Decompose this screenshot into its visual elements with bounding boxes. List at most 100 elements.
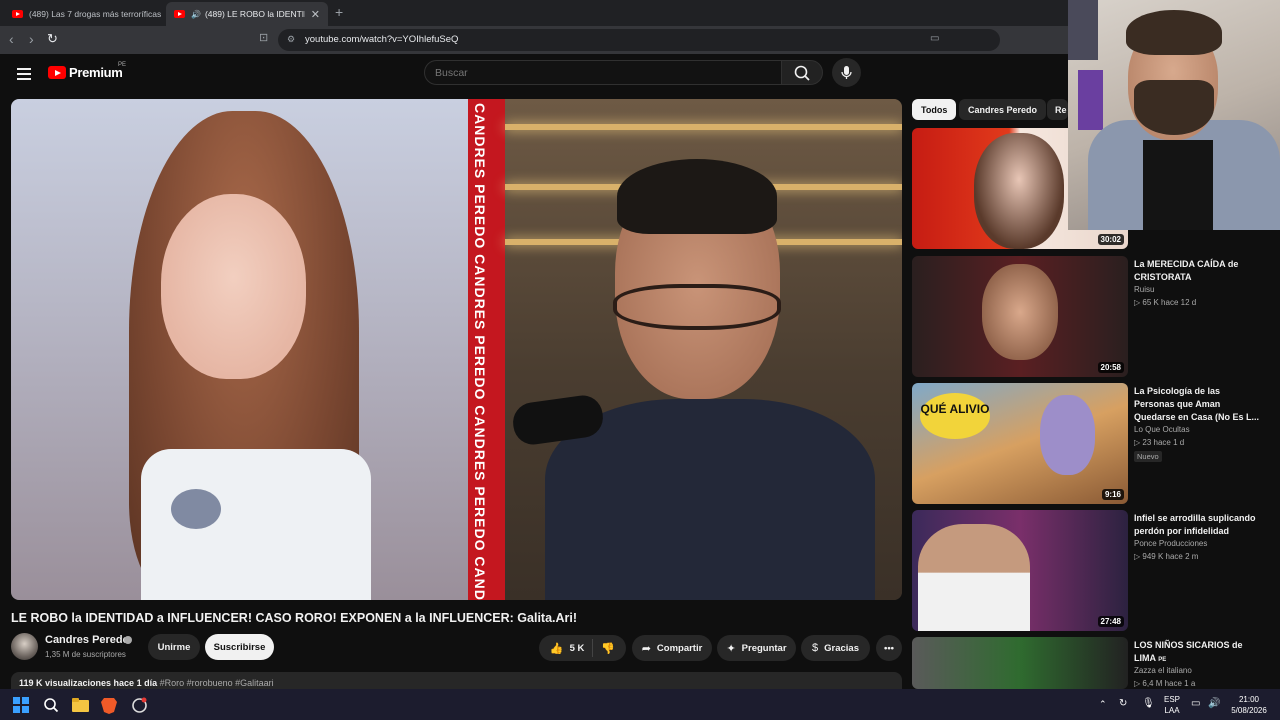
volume-icon[interactable]: 🔊 <box>1208 698 1220 709</box>
app-icon[interactable] <box>130 696 148 714</box>
search-button[interactable] <box>781 60 823 85</box>
recommendation-channel[interactable]: Ruisu <box>1134 285 1154 294</box>
hashtags[interactable]: #Roro #rorobueno #Galitaari <box>160 678 274 688</box>
speaker-icon: 🔊 <box>191 9 201 19</box>
chip-all[interactable]: Todos <box>912 99 957 120</box>
recommendation-meta: ▷ 65 K hace 12 d <box>1134 298 1197 307</box>
menu-icon[interactable] <box>17 68 31 83</box>
search-icon <box>794 65 810 81</box>
youtube-logo-icon[interactable] <box>48 66 66 79</box>
thumbnail-person <box>918 524 1030 631</box>
bookmark-icon[interactable]: ⊡ <box>259 31 268 44</box>
mic-tray-icon[interactable]: 🎙 <box>1142 698 1155 709</box>
person-top <box>141 449 371 600</box>
thumbs-down-icon[interactable]: 👎 <box>601 642 615 655</box>
video-player[interactable]: CANDRES PEREDO CANDRES PEREDO CANDRES PE… <box>11 99 902 600</box>
language-indicator[interactable]: ESP LAA <box>1160 694 1184 716</box>
reload-icon[interactable]: ↻ <box>47 31 58 47</box>
recommendation-meta: ▷ 6,4 M hace 1 a <box>1134 679 1196 688</box>
search-taskbar-icon[interactable] <box>42 696 60 714</box>
back-icon[interactable]: ‹ <box>9 31 14 47</box>
views-line: 119 K visualizaciones hace 1 día <box>19 678 158 688</box>
glasses <box>613 284 781 330</box>
taskbar <box>0 689 1280 720</box>
chip-related[interactable]: Re <box>1047 99 1068 120</box>
recommendation-title[interactable]: La Psicología de las Personas que Aman Q… <box>1134 385 1262 424</box>
recommendation-title[interactable]: La MERECIDA CAÍDA de CRISTORATA <box>1134 258 1262 284</box>
strip-text: CANDRES PEREDO CANDRES PEREDO CANDRES PE… <box>472 103 488 600</box>
forward-icon[interactable]: › <box>29 31 34 47</box>
duration-badge: 30:02 <box>1097 234 1124 245</box>
webcam-overlay <box>1068 0 1280 230</box>
thanks-button[interactable]: $ Gracias <box>801 635 870 661</box>
recommendation-channel[interactable]: Ponce Producciones <box>1134 539 1207 548</box>
display-icon[interactable]: ▭ <box>1191 698 1200 709</box>
youtube-favicon-icon <box>12 10 23 18</box>
join-button[interactable]: Unirme <box>148 634 200 660</box>
url-text: youtube.com/watch?v=YOIhlefuSeQ <box>305 34 459 45</box>
more-actions-button[interactable]: ••• <box>876 635 902 661</box>
ask-button[interactable]: ✦ Preguntar <box>717 635 796 661</box>
country-tag: PE <box>1158 657 1167 663</box>
language-code: ESP <box>1163 695 1180 704</box>
recommendation-title[interactable]: LOS NIÑOS SICARIOS de LIMA PE <box>1134 639 1262 665</box>
video-thumbnail[interactable]: 20:58 <box>912 256 1128 377</box>
tab-title: (489) Las 7 drogas más terroríficas de <box>29 9 164 19</box>
site-info-icon[interactable]: ⚙ <box>287 34 295 45</box>
subscribe-button[interactable]: Suscribirse <box>205 634 274 660</box>
mic-icon <box>841 66 852 79</box>
brave-browser-icon[interactable] <box>100 696 118 714</box>
youtube-favicon-icon <box>174 10 185 18</box>
recommendation-channel[interactable]: Zazza el italiano <box>1134 666 1192 675</box>
browser-tab-active[interactable]: 🔊 (489) LE ROBO la IDENTIDAD ✕ <box>166 2 328 26</box>
share-label: Compartir <box>656 642 703 654</box>
subscriber-count: 1,35 M de suscriptores <box>45 650 126 659</box>
verified-icon <box>124 636 132 644</box>
clock-date: 5/08/2026 <box>1231 706 1267 715</box>
wall-frame <box>1068 0 1098 60</box>
poster <box>1078 70 1103 130</box>
lion-icon <box>101 697 117 714</box>
clock[interactable]: 21:00 5/08/2026 <box>1226 694 1272 716</box>
video-frame-right <box>505 99 902 600</box>
browser-tab[interactable]: (489) Las 7 drogas más terroríficas de <box>4 2 164 26</box>
title-text: LOS NIÑOS SICARIOS de LIMA <box>1134 640 1243 663</box>
recommendation-channel[interactable]: Lo Que Ocultas <box>1134 425 1190 434</box>
recommendation-meta: ▷ 23 hace 1 d <box>1134 438 1185 447</box>
recommendation-title[interactable]: Infiel se arrodilla suplicando perdón po… <box>1134 512 1262 538</box>
duration-badge: 27:48 <box>1097 616 1124 627</box>
video-frame-left <box>11 99 468 600</box>
channel-name[interactable]: Candres Peredo <box>45 634 129 646</box>
voice-search-button[interactable] <box>832 58 861 87</box>
tray-overflow-icon[interactable]: ⌃ <box>1099 699 1107 710</box>
start-icon[interactable] <box>12 696 30 714</box>
video-brand-strip: CANDRES PEREDO CANDRES PEREDO CANDRES PE… <box>468 99 505 600</box>
file-explorer-icon[interactable] <box>71 696 89 714</box>
logo-text[interactable]: Premium <box>69 65 123 80</box>
duration-badge: 9:16 <box>1101 489 1124 500</box>
like-dislike-group: 👍 5 K 👎 <box>539 635 626 661</box>
thumbs-up-icon[interactable]: 👍 <box>550 642 564 655</box>
like-count[interactable]: 5 K <box>570 643 585 654</box>
close-tab-icon[interactable]: ✕ <box>305 8 320 21</box>
channel-avatar[interactable] <box>11 633 38 660</box>
share-button[interactable]: ➦ Compartir <box>632 635 712 661</box>
thanks-icon: $ <box>812 642 819 654</box>
person-hair <box>617 159 777 234</box>
video-thumbnail[interactable]: 27:48 <box>912 510 1128 631</box>
new-tab-icon[interactable]: + <box>335 4 343 20</box>
circle-app-icon <box>131 697 147 713</box>
thumbnail-text: QUÉ ALIVIO <box>920 393 990 439</box>
streamer-beard <box>1134 80 1214 135</box>
sync-icon[interactable]: ↻ <box>1119 698 1127 709</box>
search-input[interactable] <box>424 60 782 85</box>
thanks-label: Gracias <box>824 642 859 654</box>
chip-channel[interactable]: Candres Peredo <box>959 99 1047 120</box>
video-thumbnail[interactable]: QUÉ ALIVIO 9:16 <box>912 383 1128 504</box>
video-thumbnail[interactable] <box>912 637 1128 689</box>
logo-country: PE <box>118 62 127 68</box>
folder-icon <box>71 698 89 712</box>
cast-icon[interactable]: ▭ <box>930 33 939 44</box>
shelf <box>505 124 902 130</box>
thumbnail-character <box>1040 395 1095 475</box>
